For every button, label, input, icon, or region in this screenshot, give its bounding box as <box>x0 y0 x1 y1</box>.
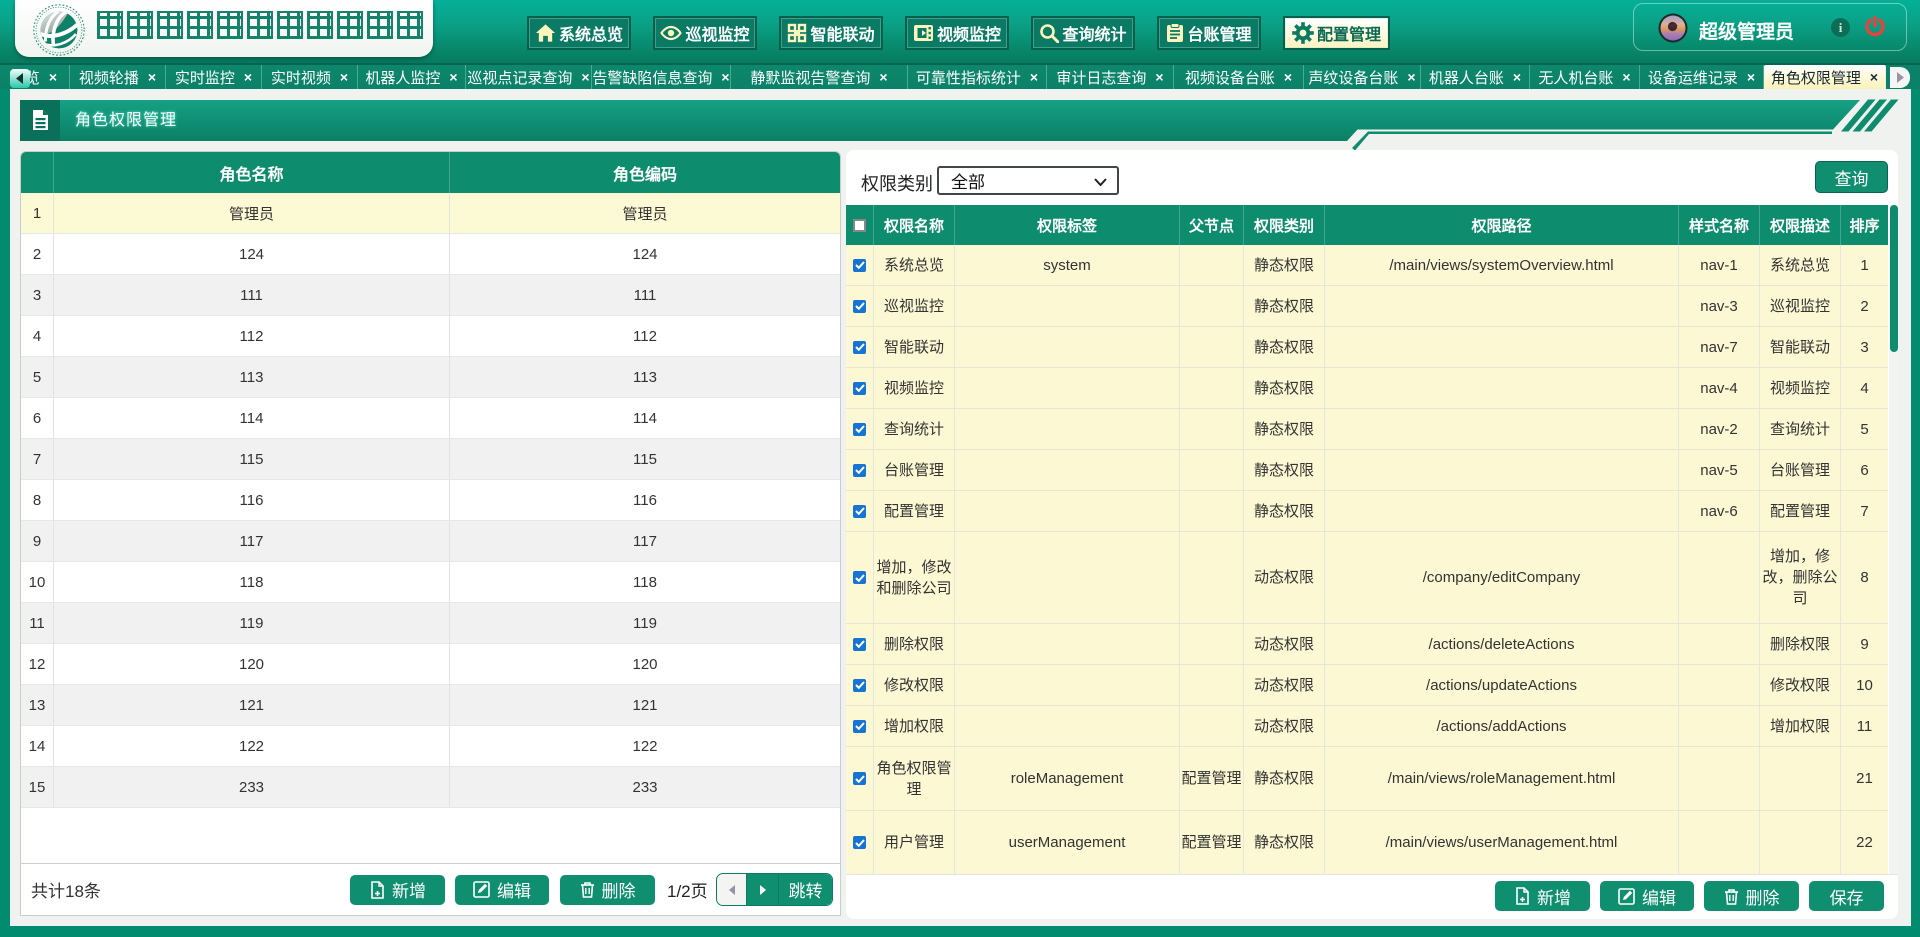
svg-text:i: i <box>1839 20 1843 35</box>
